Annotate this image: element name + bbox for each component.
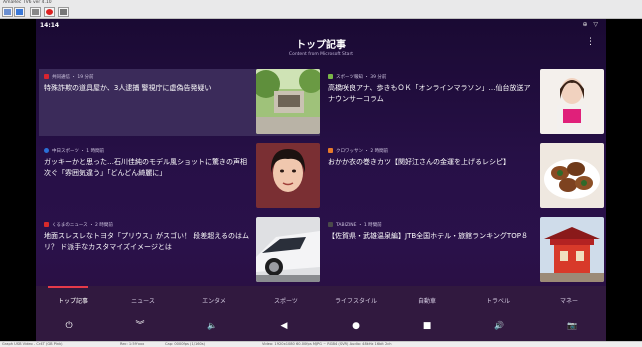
window-toolbar: AmaRec TV6 ver 4.10: [0, 0, 642, 19]
article-title: 地面スレスレなトヨタ「プリウス」がスゴい！ 段差超えるのはムリ？ ド派手なカスタ…: [44, 232, 250, 251]
cap-status: Cap: 0000fps (1/160s): [165, 342, 206, 346]
page-title: トップ記事: [296, 40, 346, 51]
volume-up-icon[interactable]: 🔊: [491, 319, 507, 333]
tab-auto[interactable]: 自動車: [418, 296, 436, 305]
bottom-navigation: トップ記事 ニュース エンタメ スポーツ ライフスタイル 自動車 トラベル マネ…: [36, 286, 606, 341]
back-icon[interactable]: ◀: [276, 319, 292, 333]
article-thumbnail: [540, 217, 604, 282]
wifi-icon: ⊕ ▽: [582, 21, 600, 28]
audio-icon[interactable]: [58, 7, 69, 17]
pause-icon[interactable]: [30, 7, 41, 17]
source-logo-icon: [44, 148, 49, 153]
source-logo-icon: [328, 148, 333, 153]
article-card[interactable]: 中日スポーツ ・ 1 時間前 ガッキーかと思った…石川佳純のモデル風ショットに驚…: [39, 143, 320, 210]
article-card[interactable]: くるまのニュース ・ 2 時間前 地面スレスレなトヨタ「プリウス」がスゴい！ 段…: [39, 217, 320, 284]
source-logo-icon: [44, 222, 49, 227]
article-thumbnail: [256, 69, 320, 134]
article-title: おかか衣の巻きカツ【関好江さんの金運を上げるレシピ】: [328, 158, 510, 166]
overflow-menu-icon[interactable]: ⋮: [586, 38, 595, 47]
source-logo-icon: [328, 222, 333, 227]
article-source: スポーツ報知 ・ 39 分前: [328, 74, 386, 80]
tab-money[interactable]: マネー: [560, 296, 578, 305]
device-screen: 14:14 ⊕ ▽ トップ記事 Content from Microsoft S…: [36, 19, 606, 341]
article-thumbnail: [256, 143, 320, 208]
article-title: 特殊詐欺の道具屋か、3人逮捕 警視庁に虚偽告発疑い: [44, 84, 212, 92]
article-card[interactable]: TABIZINE ・ 1 時間前 【佐賀県・武雄温泉編】JTB全国ホテル・旅館ラ…: [323, 217, 604, 284]
article-thumbnail: [540, 69, 604, 134]
source-logo-icon: [44, 74, 49, 79]
power-icon[interactable]: ⏻: [61, 319, 77, 333]
status-bar: 14:14 ⊕ ▽: [36, 19, 606, 33]
article-title: 【佐賀県・武雄温泉編】JTB全国ホテル・旅館ランキングTOP８: [328, 232, 528, 240]
article-thumbnail: [540, 143, 604, 208]
collapse-icon[interactable]: ︾: [132, 319, 148, 333]
tab-entertainment[interactable]: エンタメ: [202, 296, 226, 305]
tab-lifestyle[interactable]: ライフスタイル: [335, 296, 377, 305]
article-source: 中日スポーツ ・ 1 時間前: [44, 148, 104, 154]
record-icon[interactable]: [44, 7, 55, 17]
article-source: くるまのニュース ・ 2 時間前: [44, 222, 113, 228]
tab-sports[interactable]: スポーツ: [274, 296, 298, 305]
active-tab-indicator: [48, 286, 88, 288]
recents-icon[interactable]: ■: [419, 319, 435, 333]
open-icon[interactable]: [2, 7, 13, 17]
home-icon[interactable]: ●: [348, 319, 364, 333]
article-source: TABIZINE ・ 1 時間前: [328, 222, 382, 228]
article-title: ガッキーかと思った…石川佳純のモデル風ショットに驚きの声相次ぐ「雰囲気違う」「ど…: [44, 158, 247, 177]
article-source: 共同通信 ・ 19 分前: [44, 74, 94, 80]
app-statusline: Graph USB Video - Cr4T (GB Pink) Rec: 1:…: [0, 341, 642, 347]
tab-travel[interactable]: トラベル: [486, 296, 510, 305]
volume-down-icon[interactable]: 🔈: [204, 319, 220, 333]
source-logo-icon: [328, 74, 333, 79]
tab-news[interactable]: ニュース: [131, 296, 155, 305]
tab-top[interactable]: トップ記事: [58, 296, 88, 305]
article-card[interactable]: 共同通信 ・ 19 分前 特殊詐欺の道具屋か、3人逮捕 警視庁に虚偽告発疑い: [39, 69, 320, 136]
article-title: 高橋咲良アナ、歩きもＯＫ「オンラインマラソン」…仙台放送アナウンサーコラム: [328, 84, 531, 103]
article-source: クロワッサン ・ 2 時間前: [328, 148, 388, 154]
device-status: Graph USB Video - Cr4T (GB Pink): [2, 342, 63, 346]
article-card[interactable]: クロワッサン ・ 2 時間前 おかか衣の巻きカツ【関好江さんの金運を上げるレシピ…: [323, 143, 604, 210]
status-time: 14:14: [40, 22, 60, 29]
rec-status: Rec: 1:59'xxx: [120, 342, 145, 346]
device-icon[interactable]: [14, 7, 25, 17]
screenshot-icon[interactable]: 📷: [564, 319, 580, 333]
page-subtitle: Content from Microsoft Start: [288, 52, 354, 57]
video-status: Video: 1920x1080 60.00fps MJPG ~ RGB4 (S…: [262, 342, 392, 346]
article-thumbnail: [256, 217, 320, 282]
window-title: AmaRec TV6 ver 4.10: [3, 0, 52, 5]
article-card[interactable]: スポーツ報知 ・ 39 分前 高橋咲良アナ、歩きもＯＫ「オンラインマラソン」…仙…: [323, 69, 604, 136]
